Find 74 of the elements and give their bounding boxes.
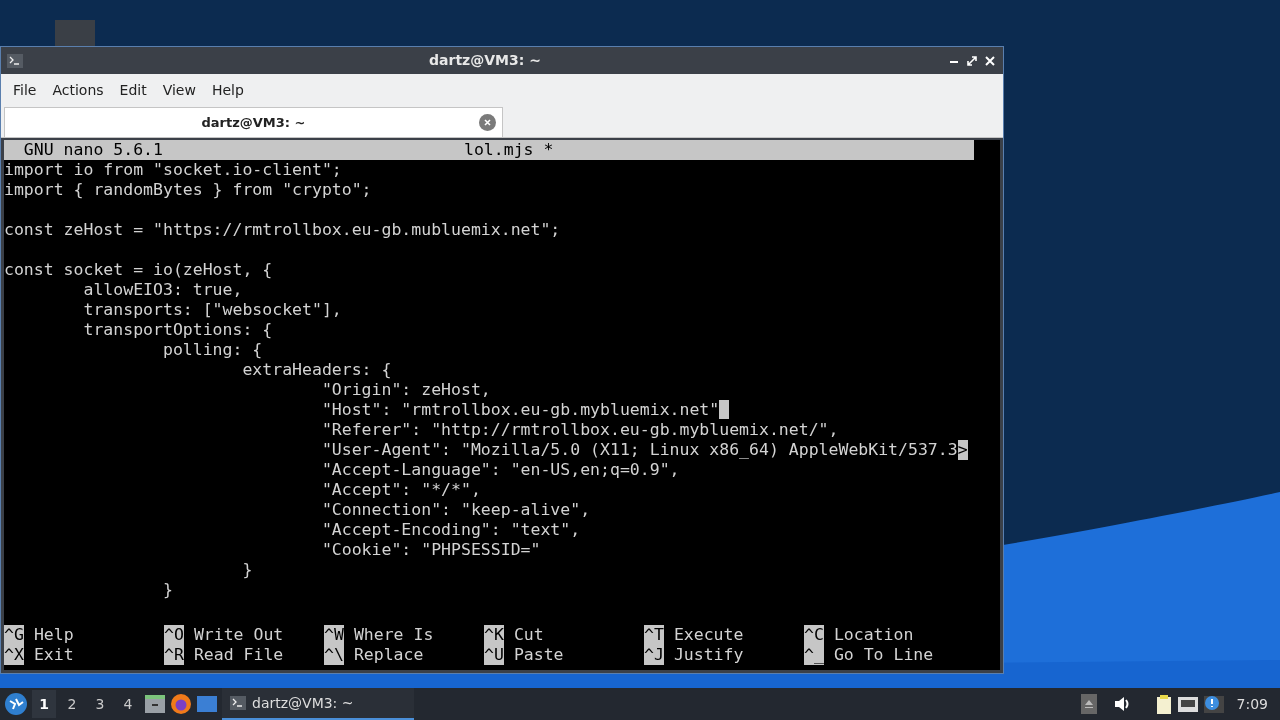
menu-item[interactable]: Actions xyxy=(44,79,112,101)
code-line: "User-Agent": "Mozilla/5.0 (X11; Linux x86_64) AppleWebKit/537.3 xyxy=(320,440,958,460)
code-line: const socket = io(zeHost, { xyxy=(4,260,273,280)
shortcut-key: ^W xyxy=(324,625,344,645)
code-line: const zeHost = "https://rmtrollbox.eu-gb.mubluemix.net"; xyxy=(4,220,561,240)
menu-item[interactable]: Edit xyxy=(111,79,155,101)
workspace-button[interactable]: 1 xyxy=(32,690,56,718)
code-line: "Cookie": "PHPSESSID=" xyxy=(320,540,541,560)
code-line: extraHeaders: { xyxy=(241,360,392,380)
editor-version: GNU nano 5.6.1 xyxy=(22,140,164,160)
code-line: "Connection": "keep-alive", xyxy=(320,500,591,520)
terminal-icon xyxy=(230,696,246,710)
tab-close-button[interactable] xyxy=(479,114,496,131)
code-line: } xyxy=(161,580,173,600)
code-line: transportOptions: { xyxy=(82,320,273,340)
code-line: "Host": "rmtrollbox.eu-gb.mybluemix.net" xyxy=(320,400,720,420)
terminal-icon xyxy=(7,53,23,68)
window-title: dartz@VM3: ~ xyxy=(428,51,542,70)
code-line: "Referer": "http://rmtrollbox.eu-gb.mybluemix.net/", xyxy=(320,420,839,440)
shortcut-label: Write Out xyxy=(193,625,284,645)
file-cabinet-icon[interactable] xyxy=(144,693,166,715)
workspace-button[interactable]: 4 xyxy=(116,690,140,718)
shortcut-key: ^\ xyxy=(324,645,344,665)
overflow-marker: > xyxy=(957,440,968,460)
workspace-button[interactable]: 3 xyxy=(88,690,112,718)
taskbar-window-button[interactable]: dartz@VM3: ~ xyxy=(222,688,414,720)
shortcut-key: ^G xyxy=(4,625,24,645)
code-line: polling: { xyxy=(161,340,263,360)
eject-icon[interactable] xyxy=(1080,694,1097,714)
shortcut-key: ^R xyxy=(164,645,184,665)
menu-item[interactable]: View xyxy=(154,79,204,101)
browser-icon[interactable] xyxy=(170,693,192,715)
code-line: } xyxy=(241,560,253,580)
code-line: "Accept": "*/*", xyxy=(320,480,481,500)
shortcut-key: ^O xyxy=(164,625,184,645)
show-desktop-icon[interactable] xyxy=(196,693,218,715)
shortcut-key: ^J xyxy=(644,645,664,665)
shortcut-label: Exit xyxy=(33,645,74,665)
terminal-tab[interactable]: dartz@VM3: ~ xyxy=(4,107,503,137)
workspace-button[interactable]: 2 xyxy=(60,690,84,718)
close-icon xyxy=(482,117,493,128)
file-name: lol.mjs * xyxy=(464,140,554,160)
shortcut-label: Cut xyxy=(513,625,544,645)
code-line: import { randomBytes } from "crypto"; xyxy=(4,180,372,200)
shortcut-label: Execute xyxy=(673,625,744,645)
shortcut-label: Where Is xyxy=(353,625,434,645)
shortcut-label: Justify xyxy=(673,645,744,665)
shortcut-label: Paste xyxy=(513,645,564,665)
code-line: allowEIO3: true, xyxy=(82,280,243,300)
close-icon[interactable] xyxy=(983,53,997,68)
shortcut-key: ^_ xyxy=(804,645,824,665)
shortcut-label: Help xyxy=(33,625,74,645)
shortcut-key: ^T xyxy=(644,625,664,645)
notification-icon[interactable] xyxy=(1202,693,1225,715)
clipboard-icon[interactable] xyxy=(1154,693,1173,715)
clock[interactable]: 7:09 xyxy=(1228,693,1276,715)
shortcut-key: ^K xyxy=(484,625,504,645)
code-line: transports: ["websocket"], xyxy=(82,300,342,320)
maximize-icon[interactable] xyxy=(965,53,979,68)
shortcut-label: Location xyxy=(833,625,914,645)
shortcut-key: ^C xyxy=(804,625,824,645)
menu-item[interactable]: File xyxy=(5,79,45,101)
speaker-icon[interactable] xyxy=(1112,694,1131,714)
menu-item[interactable]: Help xyxy=(203,79,252,101)
shortcut-label: Read File xyxy=(193,645,284,665)
shortcut-key: ^X xyxy=(4,645,24,665)
shortcut-label: Go To Line xyxy=(833,645,934,665)
code-line: "Accept-Encoding": "text", xyxy=(320,520,581,540)
code-line: "Accept-Language": "en-US,en;q=0.9", xyxy=(320,460,680,480)
shortcut-key: ^U xyxy=(484,645,504,665)
code-line: import io from "socket.io-client"; xyxy=(4,160,342,180)
shortcut-label: Replace xyxy=(353,645,424,665)
code-line: "Origin": zeHost, xyxy=(320,380,491,400)
start-menu-icon[interactable] xyxy=(4,692,28,716)
